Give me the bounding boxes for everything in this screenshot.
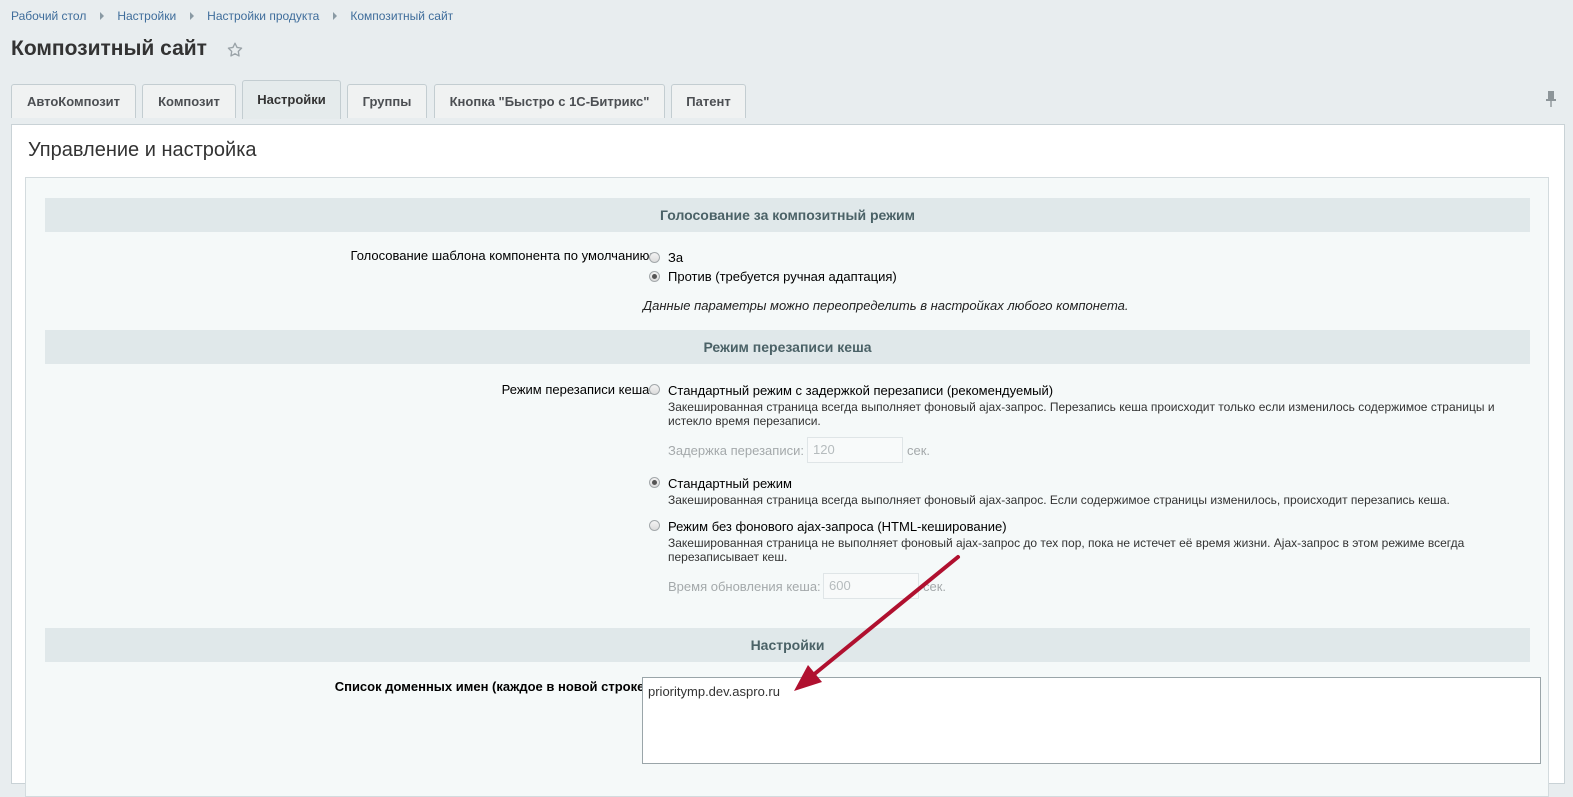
breadcrumb: Рабочий стол Настройки Настройки продукта К… (11, 9, 453, 23)
cache-mode-radio-standard[interactable] (649, 477, 660, 488)
domains-label: Список доменных имен (каждое в новой стр… (334, 679, 653, 694)
page-title: Композитный сайт (11, 37, 207, 60)
cache-update-label: Время обновления кеша: (668, 579, 821, 594)
breadcrumb-item-settings[interactable]: Настройки (117, 9, 176, 23)
voting-radio-against[interactable] (649, 271, 660, 282)
cache-mode-option-delayed-label[interactable]: Стандартный режим с задержкой перезаписи… (668, 383, 1053, 398)
breadcrumb-item-composite[interactable]: Композитный сайт (350, 9, 453, 23)
tab-patent[interactable]: Патент (671, 84, 746, 118)
breadcrumb-item-desktop[interactable]: Рабочий стол (11, 9, 86, 23)
cache-update-input[interactable]: 600 (823, 573, 919, 599)
voting-radio-for[interactable] (649, 252, 660, 263)
cache-mode-option-html-label[interactable]: Режим без фонового ajax-запроса (HTML-ке… (668, 519, 1007, 534)
settings-section-header: Настройки (45, 628, 1530, 662)
voting-note: Данные параметры можно переопределить в … (643, 298, 1129, 313)
delay-unit: сек. (907, 443, 931, 458)
pin-icon[interactable] (1544, 90, 1558, 108)
breadcrumb-separator-icon (100, 12, 105, 21)
voting-option-against-label[interactable]: Против (требуется ручная адаптация) (668, 269, 897, 284)
cache-mode-radio-delayed[interactable] (649, 384, 660, 395)
tab-autocomposite[interactable]: АвтоКомпозит (11, 84, 136, 118)
delay-input[interactable]: 120 (807, 437, 903, 463)
cache-mode-option-standard-label[interactable]: Стандартный режим (668, 476, 792, 491)
star-icon[interactable] (226, 41, 244, 59)
breadcrumb-separator-icon (333, 12, 338, 21)
settings-panel: Управление и настройка Голосование за ко… (11, 124, 1565, 797)
cache-mode-label: Режим перезаписи кеша: (501, 382, 653, 397)
cache-mode-radio-html[interactable] (649, 520, 660, 531)
cache-mode-option-delayed-desc: Закешированная страница всегда выполняет… (668, 400, 1495, 428)
voting-label: Голосование шаблона компонента по умолча… (350, 248, 653, 263)
tab-composite[interactable]: Композит (142, 84, 236, 118)
domains-textarea[interactable]: prioritymp.dev.aspro.ru (642, 677, 1541, 764)
voting-option-for-label[interactable]: За (668, 250, 683, 265)
breadcrumb-separator-icon (190, 12, 195, 21)
cache-mode-option-html-desc: Закешированная страница не выполняет фон… (668, 536, 1465, 564)
voting-section-header: Голосование за композитный режим (45, 198, 1530, 232)
tab-settings[interactable]: Настройки (242, 80, 341, 119)
delay-label: Задержка перезаписи: (668, 443, 804, 458)
cache-update-unit: сек. (923, 579, 947, 594)
tab-fast-bitrix-button[interactable]: Кнопка "Быстро с 1С-Битрикс" (434, 84, 665, 118)
tab-groups[interactable]: Группы (347, 84, 427, 118)
section-title: Управление и настройка (28, 139, 257, 161)
cache-mode-option-standard-desc: Закешированная страница всегда выполняет… (668, 493, 1450, 507)
cache-mode-section-header: Режим перезаписи кеша (45, 330, 1530, 364)
breadcrumb-item-product-settings[interactable]: Настройки продукта (207, 9, 319, 23)
